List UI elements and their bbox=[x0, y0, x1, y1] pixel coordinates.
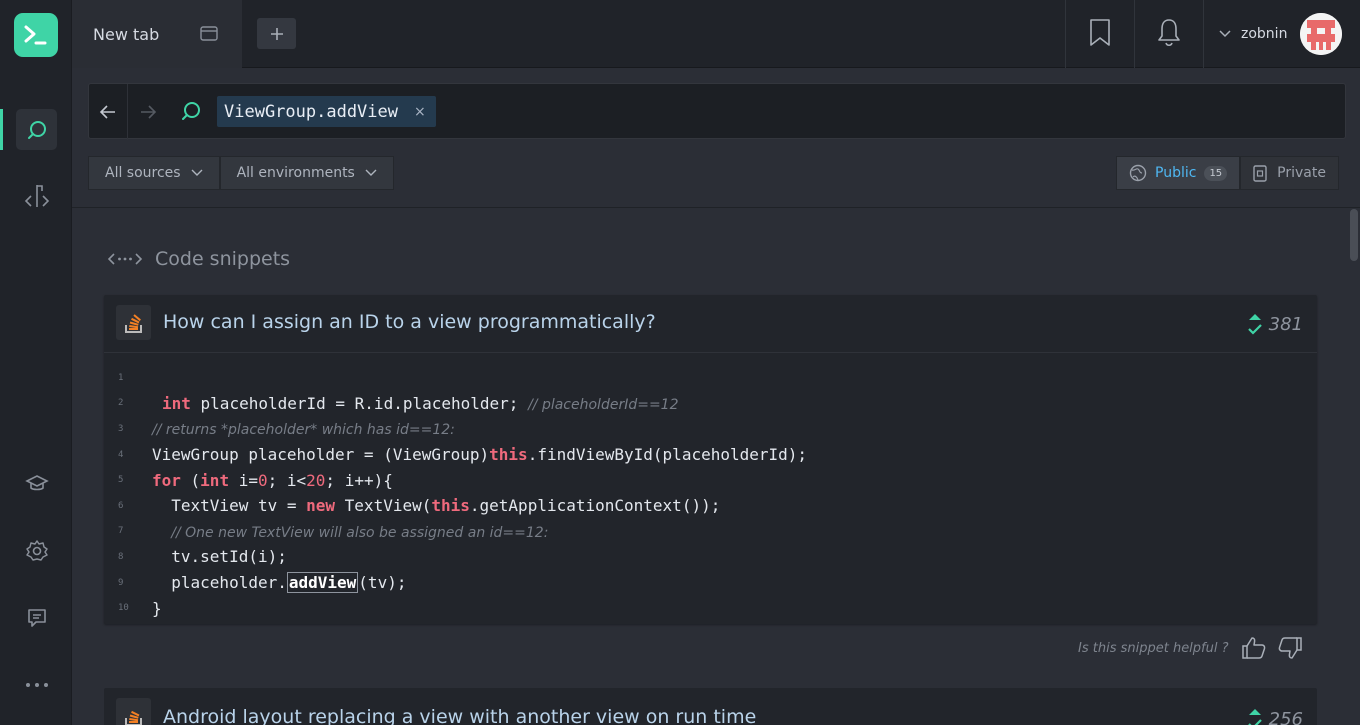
forward-arrow-icon[interactable] bbox=[137, 101, 159, 123]
code-line: // returns *placeholder* which has id==1… bbox=[152, 422, 455, 439]
search-query-chip[interactable]: ViewGroup.addView × bbox=[217, 96, 436, 127]
vote-count: 256 bbox=[1268, 708, 1303, 725]
thumbs-down-icon[interactable] bbox=[1277, 636, 1303, 660]
more-dots-icon bbox=[25, 682, 48, 687]
code-brackets-icon bbox=[107, 253, 143, 265]
tab-label: New tab bbox=[93, 24, 160, 44]
filter-bar: All sources All environments bbox=[88, 156, 394, 190]
section-heading: Code snippets bbox=[107, 248, 290, 270]
section-title: Code snippets bbox=[155, 248, 291, 270]
rail-settings-button[interactable] bbox=[16, 530, 57, 571]
stackoverflow-icon bbox=[116, 305, 151, 340]
sources-dropdown[interactable]: All sources bbox=[88, 156, 220, 190]
gear-icon bbox=[25, 539, 48, 561]
helpful-feedback: Is this snippet helpful ? bbox=[1078, 636, 1303, 660]
code-line: // One new TextView will also be assigne… bbox=[171, 524, 549, 541]
new-tab-button[interactable] bbox=[257, 18, 296, 49]
visibility-toggle: Public 15 Private bbox=[1116, 156, 1339, 190]
query-highlight: addView bbox=[286, 572, 359, 594]
user-name: zobnin bbox=[1241, 26, 1288, 42]
rail-code-button[interactable] bbox=[16, 176, 57, 217]
user-menu[interactable]: zobnin bbox=[1219, 0, 1287, 68]
snippet-title[interactable]: Android layout replacing a view with ano… bbox=[163, 706, 756, 725]
rail-more-button[interactable] bbox=[16, 664, 57, 705]
code-line: placeholder. addView (tv); bbox=[152, 572, 407, 594]
chat-icon bbox=[27, 608, 46, 627]
vote-score: 381 bbox=[1247, 311, 1303, 337]
code-line: } bbox=[152, 598, 162, 618]
snippet-card: Android layout replacing a view with ano… bbox=[104, 688, 1317, 725]
public-label: Public bbox=[1155, 165, 1197, 181]
public-toggle[interactable]: Public 15 bbox=[1116, 156, 1241, 190]
chevron-down-icon bbox=[191, 169, 203, 176]
snippet-card: How can I assign an ID to a view program… bbox=[104, 295, 1317, 624]
snippet-header: How can I assign an ID to a view program… bbox=[104, 295, 1317, 353]
lock-book-icon bbox=[1253, 164, 1267, 182]
window-icon[interactable] bbox=[200, 26, 218, 41]
left-rail bbox=[0, 0, 72, 725]
avatar[interactable] bbox=[1300, 13, 1342, 55]
thumbs-up-icon[interactable] bbox=[1241, 636, 1267, 660]
environments-label: All environments bbox=[236, 165, 355, 181]
code-line: TextView tv = new TextView(this.getAppli… bbox=[152, 496, 721, 516]
code-line: for (int i=0; i<20; i++){ bbox=[152, 470, 393, 490]
private-toggle[interactable]: Private bbox=[1240, 156, 1339, 190]
back-arrow-icon[interactable] bbox=[97, 101, 119, 123]
helpful-question: Is this snippet helpful ? bbox=[1078, 640, 1229, 656]
search-query: ViewGroup.addView bbox=[224, 101, 398, 122]
active-indicator bbox=[0, 109, 3, 150]
search-icon bbox=[182, 102, 200, 120]
graduation-cap-icon bbox=[24, 474, 49, 490]
sources-label: All sources bbox=[105, 165, 181, 181]
snippet-title[interactable]: How can I assign an ID to a view program… bbox=[163, 311, 656, 333]
clear-query-button[interactable]: × bbox=[414, 104, 426, 120]
globe-icon bbox=[1129, 164, 1147, 182]
code-block: 1 2 int placeholderId = R.id.placeholder;… bbox=[118, 372, 808, 618]
chevron-down-icon bbox=[1219, 30, 1231, 38]
top-bar: New tab zobnin bbox=[72, 0, 1360, 68]
stackoverflow-icon bbox=[116, 698, 151, 725]
public-count-badge: 15 bbox=[1204, 165, 1228, 181]
rail-learn-button[interactable] bbox=[16, 463, 57, 504]
tab-new[interactable]: New tab bbox=[72, 0, 242, 68]
chevron-down-icon bbox=[365, 169, 377, 176]
environments-dropdown[interactable]: All environments bbox=[219, 156, 394, 190]
search-bar: ViewGroup.addView × bbox=[88, 83, 1346, 140]
private-label: Private bbox=[1277, 165, 1326, 181]
vote-count: 381 bbox=[1268, 313, 1303, 335]
code-line: tv.setId(i); bbox=[152, 547, 287, 567]
vote-score: 256 bbox=[1247, 706, 1303, 725]
search-icon bbox=[27, 120, 46, 139]
bookmark-icon[interactable] bbox=[1089, 18, 1111, 48]
vote-check-icon bbox=[1247, 314, 1262, 335]
code-line: ViewGroup placeholder = (ViewGroup)this.… bbox=[152, 445, 808, 465]
scrollbar-thumb[interactable] bbox=[1350, 209, 1358, 261]
rail-search-button[interactable] bbox=[16, 109, 57, 150]
vote-check-icon bbox=[1247, 709, 1262, 725]
rail-feedback-button[interactable] bbox=[16, 597, 57, 638]
plus-icon bbox=[270, 27, 283, 40]
bell-icon[interactable] bbox=[1156, 18, 1182, 48]
app-logo-icon[interactable] bbox=[14, 13, 58, 57]
code-fork-icon bbox=[24, 184, 49, 207]
code-line: int placeholderId = R.id.placeholder; //… bbox=[162, 393, 679, 413]
